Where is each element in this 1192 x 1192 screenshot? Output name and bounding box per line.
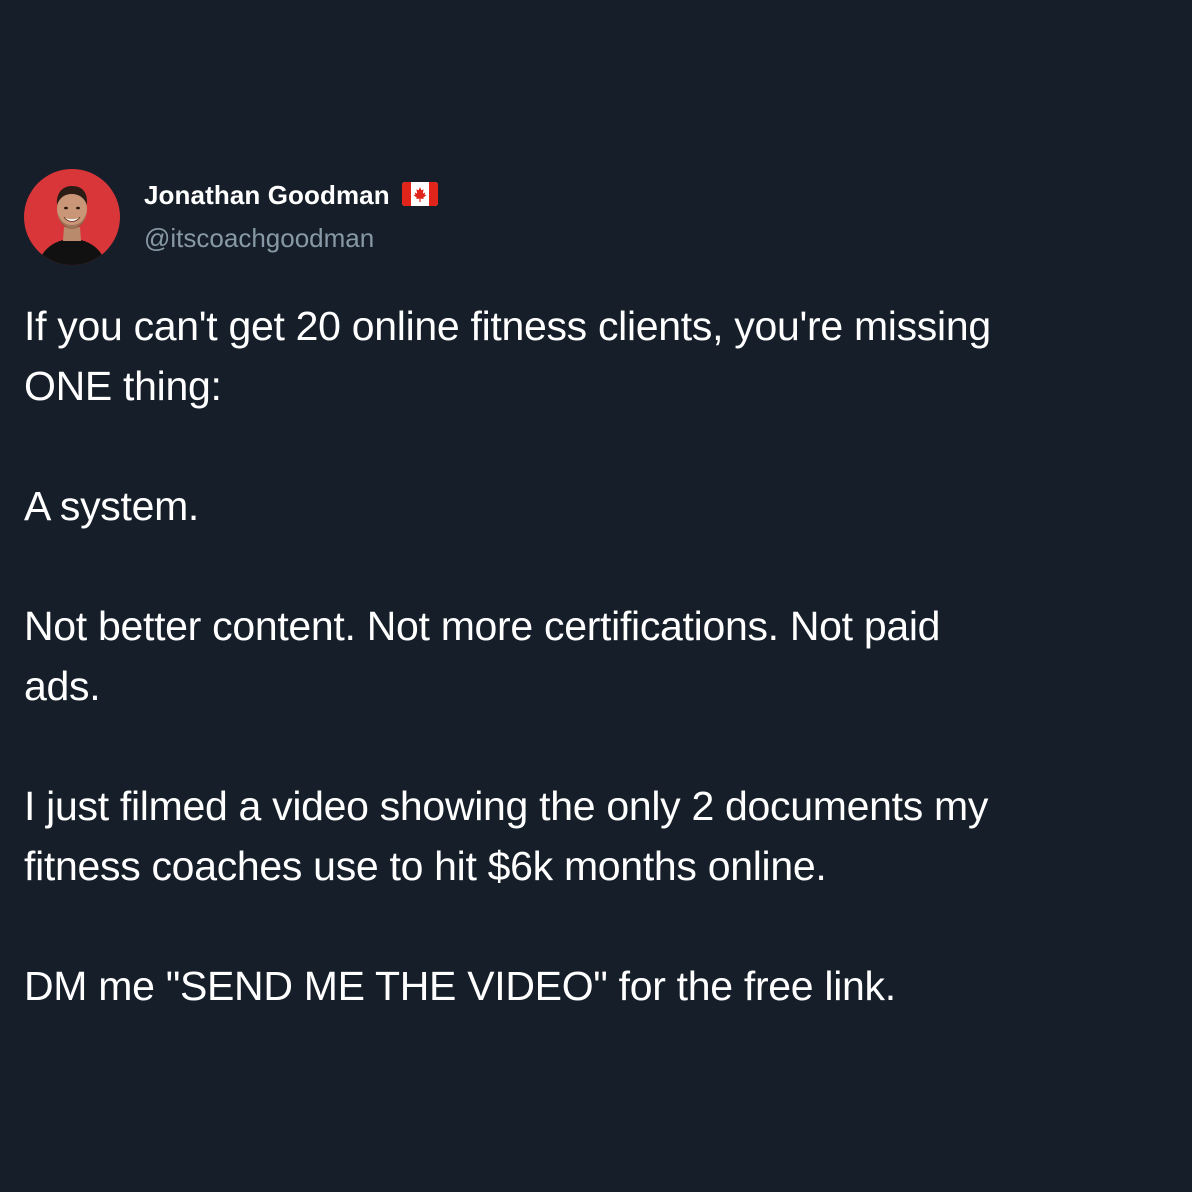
tweet-paragraph: If you can't get 20 online fitness clien…	[24, 303, 991, 409]
author-handle[interactable]: @itscoachgoodman	[144, 221, 438, 255]
tweet-text: If you can't get 20 online fitness clien…	[24, 296, 1164, 1016]
canada-flag-icon	[401, 181, 438, 206]
tweet-paragraph: Not better content. Not more certificati…	[24, 603, 941, 709]
profile-photo-icon	[24, 169, 120, 265]
tweet-card: Jonathan Goodman @itscoachgoodman If you…	[0, 0, 1192, 1192]
author-identity: Jonathan Goodman @itscoachgoodman	[144, 178, 438, 255]
author-name[interactable]: Jonathan Goodman	[144, 178, 390, 212]
avatar[interactable]	[24, 169, 120, 265]
tweet-paragraph: DM me "SEND ME THE VIDEO" for the free l…	[24, 963, 896, 1009]
tweet-header: Jonathan Goodman @itscoachgoodman	[24, 168, 438, 266]
tweet-paragraph: I just filmed a video showing the only 2…	[24, 783, 989, 889]
author-name-row: Jonathan Goodman	[144, 178, 438, 212]
tweet-paragraph: A system.	[24, 483, 200, 529]
